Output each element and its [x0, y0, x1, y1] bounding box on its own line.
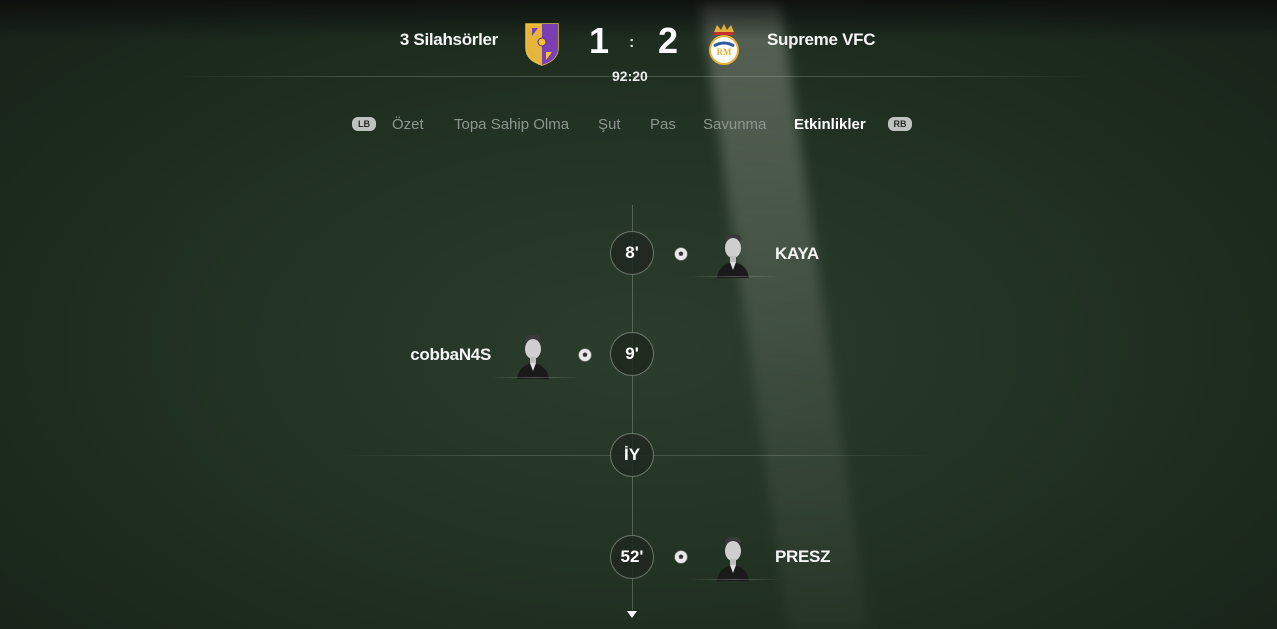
- soccer-ball-icon: [674, 247, 688, 261]
- half-time-marker: İY: [610, 433, 654, 477]
- player-avatar-icon: [717, 234, 749, 278]
- match-events-screen: 3 Silahsörler 1 : 2 RM Supreme VFC 92:20…: [0, 0, 1277, 629]
- tab-etkinlikler[interactable]: Etkinlikler: [794, 116, 866, 133]
- tab-ozet[interactable]: Özet: [392, 116, 424, 133]
- top-shade: [0, 0, 1277, 40]
- player-avatar-icon: [717, 537, 749, 581]
- rb-button-icon[interactable]: RB: [888, 117, 912, 131]
- score-separator: :: [629, 34, 635, 51]
- event-player-name: KAYA: [775, 244, 819, 263]
- player-underline: [490, 377, 580, 378]
- scroll-down-arrow-icon[interactable]: [627, 611, 637, 618]
- away-team-name: Supreme VFC: [767, 30, 876, 49]
- player-avatar-icon: [517, 335, 549, 379]
- soccer-ball-icon: [578, 348, 592, 362]
- tab-savunma[interactable]: Savunma: [703, 116, 766, 133]
- header-divider: [175, 76, 1090, 77]
- soccer-ball-icon: [674, 550, 688, 564]
- event-minute-marker: 9': [610, 332, 654, 376]
- event-minute-marker: 52': [610, 535, 654, 579]
- tab-pas[interactable]: Pas: [650, 116, 676, 133]
- home-score: 1: [589, 20, 610, 61]
- event-player-name: PRESZ: [775, 547, 831, 566]
- away-team-crest-icon: RM: [709, 24, 739, 65]
- player-underline: [690, 276, 780, 277]
- home-team-crest-icon: [525, 23, 559, 66]
- lb-button-icon[interactable]: LB: [352, 117, 376, 131]
- tab-sut[interactable]: Şut: [598, 116, 621, 133]
- event-player-name: cobbaN4S: [410, 345, 491, 364]
- away-score: 2: [658, 20, 679, 61]
- event-minute-marker: 8': [610, 231, 654, 275]
- stats-tab-bar: LB Özet Topa Sahip Olma Şut Pas Savunma …: [0, 116, 1277, 136]
- svg-text:RM: RM: [717, 47, 732, 57]
- tab-topa-sahip-olma[interactable]: Topa Sahip Olma: [454, 116, 569, 133]
- player-underline: [690, 579, 780, 580]
- home-team-name: 3 Silahsörler: [399, 30, 498, 49]
